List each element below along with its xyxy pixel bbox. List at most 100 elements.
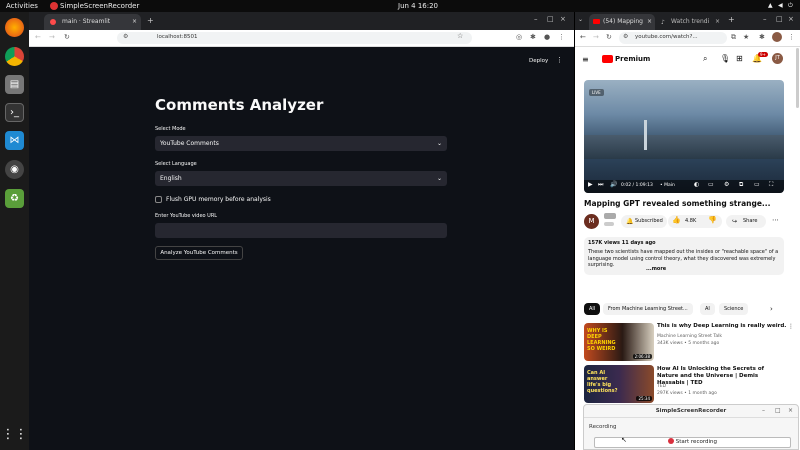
like-icon[interactable]: 👍 xyxy=(672,216,681,224)
volume-icon[interactable]: 🔊 xyxy=(610,181,617,188)
clock[interactable]: Jun 4 16:20 xyxy=(398,0,438,12)
tab-streamlit[interactable]: main · Streamlit × xyxy=(44,14,141,30)
share-page-icon[interactable]: ⧉ xyxy=(731,33,736,42)
search-icon[interactable]: ⌕ xyxy=(703,54,707,64)
address-bar[interactable]: ⚙ youtube.com/watch?... xyxy=(619,32,727,44)
tab-watch-trending[interactable]: ♪ Watch trendi × xyxy=(657,14,723,30)
subscribed-button[interactable]: 🔔 Subscribed xyxy=(621,215,667,228)
firefox-icon[interactable] xyxy=(5,18,24,37)
tab-search-icon[interactable]: ⌄ xyxy=(578,16,583,23)
close-icon[interactable]: × xyxy=(647,14,652,30)
chip-from-channel[interactable]: From Machine Learning Street... xyxy=(603,303,693,315)
puzzle-icon[interactable]: ✱ xyxy=(530,33,536,41)
activities-button[interactable]: Activities xyxy=(6,0,38,12)
reload-icon[interactable]: ↻ xyxy=(606,33,612,41)
site-info-icon[interactable]: ⚙ xyxy=(623,33,628,40)
minimize-icon[interactable]: – xyxy=(534,15,538,23)
video-url-input[interactable] xyxy=(155,223,447,238)
like-count: 4.8K xyxy=(685,218,697,224)
video-item-channel[interactable]: TED xyxy=(657,384,666,389)
forward-icon[interactable]: → xyxy=(49,33,55,41)
bookmark-star-icon[interactable]: ★ xyxy=(743,33,749,41)
menu-icon[interactable]: ⋮ xyxy=(788,33,795,41)
chip-ai[interactable]: AI xyxy=(700,303,715,315)
new-tab-icon[interactable]: + xyxy=(728,15,735,24)
autoplay-toggle-icon[interactable]: ◐ xyxy=(694,181,699,188)
maximize-icon[interactable]: □ xyxy=(547,15,554,23)
vscode-icon[interactable]: ⋈ xyxy=(5,131,24,150)
language-select[interactable]: English ⌄ xyxy=(155,171,447,186)
profile-avatar-icon[interactable] xyxy=(772,32,782,42)
share-button[interactable]: ↪ Share xyxy=(726,215,766,228)
settings-icon[interactable]: ⚙ xyxy=(724,181,729,188)
menu-icon[interactable]: ⋮ xyxy=(558,33,565,41)
window-close-icon[interactable]: × xyxy=(788,407,793,414)
trash-icon[interactable]: ♻ xyxy=(5,189,24,208)
maximize-icon[interactable]: □ xyxy=(776,15,783,23)
more-actions-icon[interactable]: ⋮ xyxy=(788,323,794,330)
play-icon[interactable]: ▶ xyxy=(588,181,593,188)
dislike-icon[interactable]: 👎 xyxy=(708,216,717,224)
window-close-icon[interactable]: × xyxy=(788,15,794,23)
more-link[interactable]: ...more xyxy=(644,266,667,272)
extensions-icon[interactable]: ◎ xyxy=(516,33,522,41)
terminal-icon[interactable]: ›_ xyxy=(5,103,24,122)
forward-icon[interactable]: → xyxy=(593,33,599,41)
flush-checkbox[interactable] xyxy=(155,196,162,203)
extensions-icon[interactable]: ✱ xyxy=(759,33,765,41)
miniplayer-icon[interactable]: ⧉ xyxy=(739,181,743,189)
minimize-icon[interactable]: – xyxy=(762,407,765,414)
page-scrollbar[interactable] xyxy=(796,48,799,108)
chevron-right-icon[interactable]: › xyxy=(770,305,773,313)
maximize-icon[interactable]: □ xyxy=(775,407,781,414)
mode-select[interactable]: YouTube Comments ⌄ xyxy=(155,136,447,151)
close-icon[interactable]: × xyxy=(715,14,720,30)
files-icon[interactable]: ▤ xyxy=(5,75,24,94)
active-app-name[interactable]: SimpleScreenRecorder xyxy=(60,0,139,12)
chip-science[interactable]: Science xyxy=(719,303,749,315)
video-player[interactable]: LIVE ▶ ⏭ 🔊 0:02 / 1:09:13 • Main ◐ ▭ ⚙ ⧉… xyxy=(584,80,784,193)
video-item-title[interactable]: This is why Deep Learning is really weir… xyxy=(657,323,787,330)
power-icon[interactable]: ⏻ xyxy=(788,0,793,12)
profile-icon[interactable]: ● xyxy=(544,33,550,41)
channel-avatar[interactable]: M xyxy=(584,214,599,229)
video-thumbnail[interactable]: WHY IS DEEP LEARNING SO WEIRD 2:06:38 xyxy=(584,323,654,361)
youtube-premium-logo[interactable]: Premium xyxy=(615,55,650,63)
site-info-icon[interactable]: ⚙ xyxy=(123,33,128,40)
back-icon[interactable]: ← xyxy=(580,33,586,41)
video-item-channel[interactable]: Machine Learning Street Talk xyxy=(657,334,722,339)
main-menu-icon[interactable]: ⋮ xyxy=(556,56,563,64)
minimize-icon[interactable]: – xyxy=(763,15,767,23)
new-tab-icon[interactable]: + xyxy=(147,16,154,25)
create-icon[interactable]: ⊞ xyxy=(736,54,743,63)
chip-all[interactable]: All xyxy=(584,303,601,315)
deploy-button[interactable]: Deploy xyxy=(529,58,548,64)
bookmark-star-icon[interactable]: ☆ xyxy=(457,32,463,40)
close-icon[interactable]: × xyxy=(132,14,137,30)
next-icon[interactable]: ⏭ xyxy=(598,181,603,189)
video-thumbnail[interactable]: Can AI answer life's big questions? 25:3… xyxy=(584,365,654,403)
user-avatar[interactable]: JT xyxy=(772,53,783,64)
back-icon[interactable]: ← xyxy=(35,33,41,41)
channel-name[interactable] xyxy=(604,213,616,219)
video-item-title[interactable]: How AI Is Unlocking the Secrets of Natur… xyxy=(657,366,787,387)
reload-icon[interactable]: ↻ xyxy=(64,33,70,41)
description-box[interactable]: 157K views 11 days ago These two scienti… xyxy=(584,237,784,275)
captions-icon[interactable]: ▭ xyxy=(708,181,714,188)
screen-recorder-icon[interactable]: ◉ xyxy=(5,160,24,179)
address-bar[interactable]: ⚙ localhost:8501 ☆ xyxy=(117,32,472,44)
theater-icon[interactable]: ▭ xyxy=(754,181,760,188)
analyze-button[interactable]: Analyze YouTube Comments xyxy=(155,246,243,260)
window-close-icon[interactable]: × xyxy=(560,15,566,23)
volume-icon[interactable]: ◀ xyxy=(778,0,783,12)
hamburger-menu-icon[interactable]: ≡ xyxy=(582,55,589,64)
video-time: 0:02 / 1:09:13 xyxy=(621,183,653,188)
chrome-icon[interactable] xyxy=(5,47,24,66)
app-grid-icon[interactable]: ⋮⋮ xyxy=(2,425,28,444)
more-actions-icon[interactable]: ⋯ xyxy=(772,216,779,224)
network-icon[interactable]: ▲ xyxy=(768,0,773,12)
tab-youtube-mapping[interactable]: (54) Mapping × xyxy=(589,14,655,30)
fullscreen-icon[interactable]: ⛶ xyxy=(769,181,773,189)
youtube-logo-icon[interactable] xyxy=(602,55,613,63)
microphone-icon[interactable]: 🎙 xyxy=(720,54,730,63)
